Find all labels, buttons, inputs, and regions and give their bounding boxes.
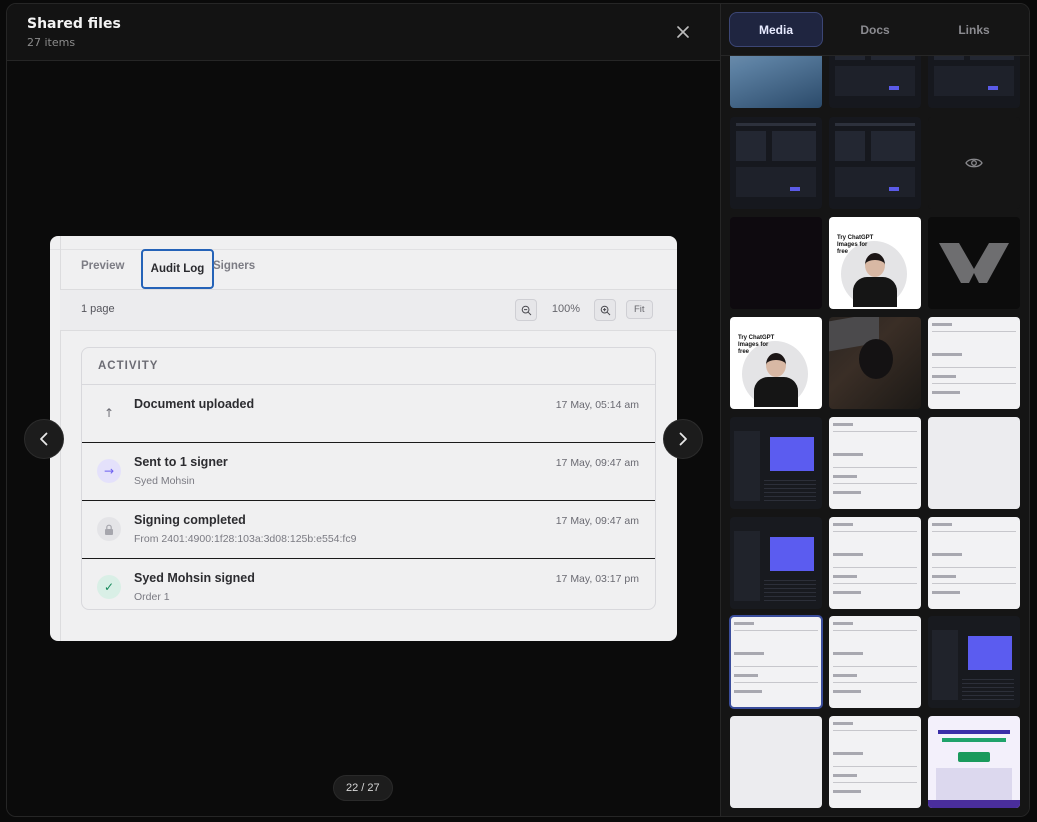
activity-log: ACTIVITY ↑ Document uploaded 17 May, 05:… <box>81 347 656 610</box>
tab-audit-log[interactable]: Audit Log <box>141 249 214 289</box>
media-thumbnail[interactable] <box>829 117 921 209</box>
media-thumbnail[interactable]: Try ChatGPT Images for free <box>730 317 822 409</box>
media-panel: Media Docs Links Try ChatGPT Images for … <box>720 4 1029 816</box>
file-viewer: Shared files 27 items Preview Audit Log … <box>7 4 720 816</box>
event-title: Syed Mohsin signed <box>134 571 255 585</box>
event-time: 17 May, 05:14 am <box>555 399 639 411</box>
media-thumbnail[interactable] <box>829 417 921 509</box>
event-time: 17 May, 09:47 am <box>555 457 639 469</box>
zoom-out-icon <box>521 305 531 315</box>
preview-stage: Preview Audit Log Signers 1 page 100% Fi… <box>7 61 720 816</box>
media-thumbnail[interactable] <box>928 217 1020 309</box>
zoom-in-button[interactable] <box>594 299 616 321</box>
lock-icon <box>97 517 121 541</box>
event-title: Signing completed <box>134 513 246 527</box>
media-thumbnail[interactable] <box>829 517 921 609</box>
previous-button[interactable] <box>24 419 64 459</box>
page-count: 1 page <box>81 303 115 315</box>
send-arrow-icon: → <box>97 459 121 483</box>
media-thumbnail[interactable] <box>928 317 1020 409</box>
w-logo-icon <box>939 243 1009 283</box>
zoom-level: 100% <box>551 303 581 315</box>
fit-button[interactable]: Fit <box>626 300 653 319</box>
activity-row: → Sent to 1 signer Syed Mohsin 17 May, 0… <box>82 443 655 501</box>
tab-media[interactable]: Media <box>729 12 823 47</box>
media-thumbnail[interactable] <box>928 517 1020 609</box>
next-button[interactable] <box>663 419 703 459</box>
event-time: 17 May, 03:17 pm <box>555 573 639 585</box>
media-thumbnail[interactable] <box>928 117 1020 209</box>
media-thumbnail[interactable] <box>829 716 921 808</box>
item-count: 27 items <box>27 36 76 49</box>
activity-heading: ACTIVITY <box>82 348 655 385</box>
event-title: Sent to 1 signer <box>134 455 228 469</box>
media-thumbnail[interactable] <box>730 117 822 209</box>
zoom-in-icon <box>600 305 610 315</box>
close-icon <box>677 26 689 38</box>
eye-icon <box>965 158 983 168</box>
media-thumbnail[interactable] <box>829 56 921 108</box>
event-detail: Syed Mohsin <box>134 475 195 487</box>
media-thumbnail[interactable] <box>730 417 822 509</box>
zoom-out-button[interactable] <box>515 299 537 321</box>
panel-tabs: Media Docs Links <box>721 4 1029 56</box>
document-preview: Preview Audit Log Signers 1 page 100% Fi… <box>50 236 677 641</box>
file-position-counter: 22 / 27 <box>333 775 393 801</box>
activity-row: ↑ Document uploaded 17 May, 05:14 am <box>82 385 655 443</box>
media-thumbnail[interactable] <box>730 716 822 808</box>
chevron-right-icon <box>679 432 687 446</box>
modal-title: Shared files <box>27 16 121 32</box>
tab-preview[interactable]: Preview <box>81 260 124 272</box>
media-thumbnail[interactable] <box>730 517 822 609</box>
upload-arrow-icon: ↑ <box>103 406 115 420</box>
media-thumbnail[interactable] <box>928 56 1020 108</box>
tab-signers[interactable]: Signers <box>213 260 255 272</box>
media-thumbnail[interactable] <box>928 417 1020 509</box>
media-thumbnail[interactable] <box>928 716 1020 808</box>
viewer-tabs: Preview Audit Log Signers <box>50 249 677 289</box>
event-title: Document uploaded <box>134 397 255 411</box>
event-time: 17 May, 09:47 am <box>555 515 639 527</box>
tab-docs[interactable]: Docs <box>828 12 922 47</box>
media-grid: Try ChatGPT Images for free Try ChatGPT … <box>721 56 1029 816</box>
media-thumbnail[interactable] <box>730 56 822 108</box>
activity-row: ✓ Syed Mohsin signed Order 1 17 May, 03:… <box>82 559 655 609</box>
media-thumbnail[interactable] <box>829 616 921 708</box>
event-detail: From 2401:4900:1f28:103a:3d08:125b:e554:… <box>134 533 357 545</box>
shared-files-modal: Shared files 27 items Preview Audit Log … <box>6 3 1030 817</box>
media-thumbnail[interactable]: Try ChatGPT Images for free <box>829 217 921 309</box>
media-thumbnail[interactable] <box>928 616 1020 708</box>
tab-links[interactable]: Links <box>927 12 1021 47</box>
media-thumbnail-selected[interactable] <box>729 615 823 709</box>
media-thumbnail[interactable] <box>829 317 921 409</box>
media-thumbnail[interactable] <box>730 217 822 309</box>
chevron-left-icon <box>40 432 48 446</box>
viewer-toolbar: 1 page 100% Fit <box>60 289 677 331</box>
modal-header: Shared files 27 items <box>7 4 720 61</box>
close-button[interactable] <box>671 20 695 44</box>
check-icon: ✓ <box>97 575 121 599</box>
activity-row: Signing completed From 2401:4900:1f28:10… <box>82 501 655 559</box>
event-detail: Order 1 <box>134 591 170 603</box>
